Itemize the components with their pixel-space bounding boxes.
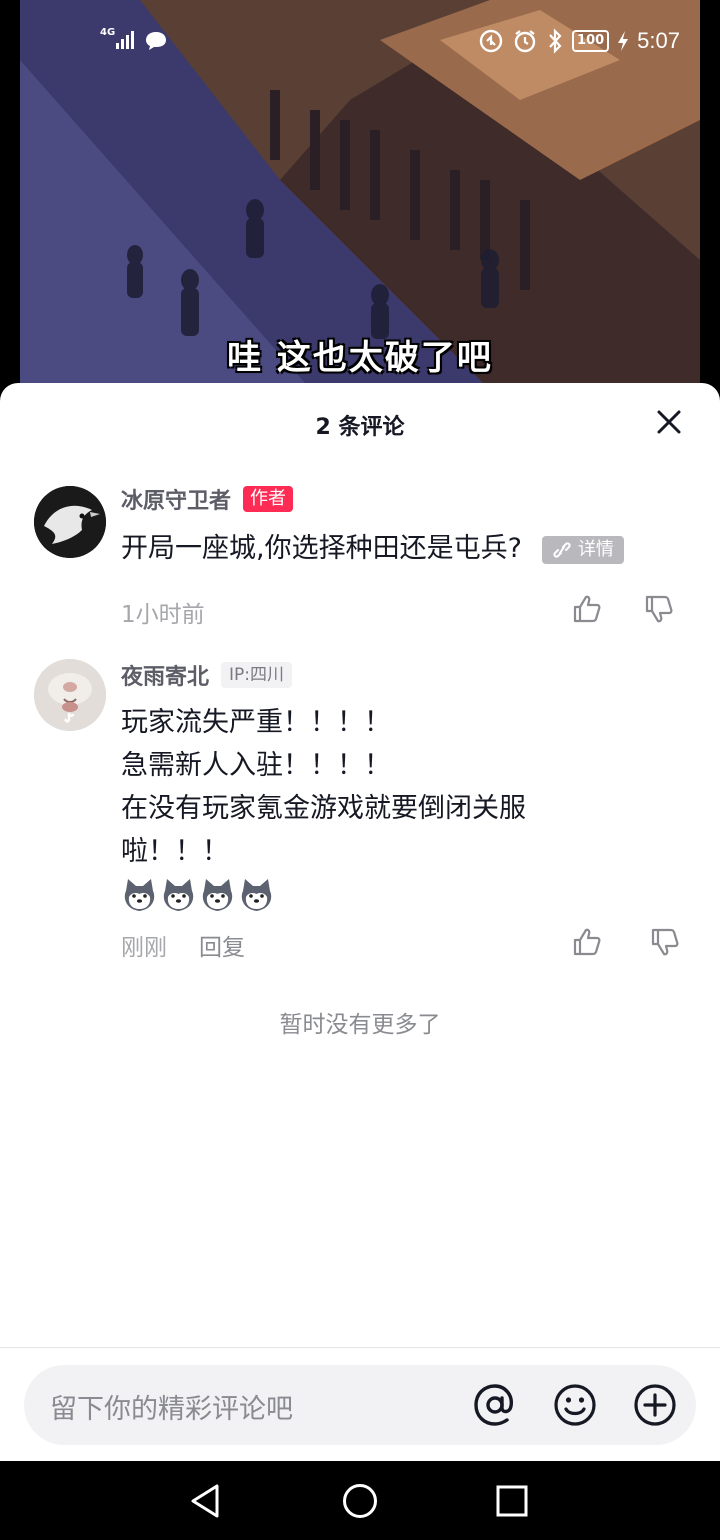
alarm-icon [514,30,536,53]
ip-location-badge: IP:四川 [221,662,293,688]
dislike-icon[interactable] [649,926,681,958]
comment-body: 冰原守卫者 作者 开局一座城,你选择种田还是屯兵? 详情 [121,483,680,570]
status-bar: 4G 100 5:07 [0,24,720,60]
battery-indicator: 100 [572,30,610,52]
comment-text: 开局一座城,你选择种田还是屯兵? 详情 [121,527,680,570]
comment-header: 冰原守卫者 作者 [121,483,680,515]
bluetooth-icon [549,28,562,54]
comment-count-title: 2 条评论 [315,415,405,440]
husky-emoji [202,879,233,911]
video-subtitle: 哇 这也太破了吧 [227,338,493,378]
username[interactable]: 夜雨寄北 [121,659,209,691]
divider [0,1347,720,1348]
comment-time: 刚刚 [121,935,167,961]
husky-emoji [124,879,155,911]
emoji-icon[interactable] [552,1382,598,1428]
at-icon[interactable] [472,1382,518,1428]
close-icon[interactable] [656,409,682,435]
network-type: 4G [100,27,116,38]
no-more-comments: 暂时没有更多了 [279,1012,441,1038]
video-player[interactable]: 哇 这也太破了吧 [0,0,720,400]
plus-icon[interactable] [632,1382,678,1428]
comment-time: 1小时前 [121,602,205,628]
avatar[interactable] [34,486,106,558]
status-right: 100 5:07 [478,28,680,54]
comment-text: 玩家流失严重！！！！ 急需新人入驻！！！！ 在没有玩家氪金游戏就要倒闭关服 啦！… [121,707,526,867]
system-nav-bar [0,1461,720,1540]
reply-button[interactable]: 回复 [199,928,245,962]
detail-chip[interactable]: 详情 [541,535,624,564]
crow-avatar-icon [34,486,106,558]
link-icon [553,541,571,558]
husky-emoji [241,879,272,911]
clock: 5:07 [637,28,680,53]
avatar[interactable] [34,659,106,731]
home-icon[interactable] [340,1481,380,1521]
comment-text-content: 开局一座城,你选择种田还是屯兵? [121,533,522,564]
dislike-icon[interactable] [643,593,675,625]
like-icon[interactable] [571,593,603,625]
comment-sheet: 2 条评论 冰原守卫者 作者 开局一座城,你选择种田还是屯兵? 详情 1小时前 [0,383,720,1461]
comment-meta: 刚刚 回复 [121,928,245,962]
charging-icon [618,31,629,51]
comment-input-placeholder: 留下你的精彩评论吧 [50,1394,293,1425]
comment-meta: 1小时前 [121,595,205,629]
detail-chip-label: 详情 [577,539,614,560]
signal-icon [116,29,134,49]
message-icon [146,32,166,50]
like-icon[interactable] [571,926,603,958]
back-icon[interactable] [186,1481,226,1521]
husky-emoji [163,879,194,911]
comment-input[interactable]: 留下你的精彩评论吧 [24,1365,696,1445]
comment-header: 夜雨寄北 IP:四川 [121,659,680,691]
cat-avatar-icon [34,659,106,731]
comment-body: 夜雨寄北 IP:四川 玩家流失严重！！！！ 急需新人入驻！！！！ 在没有玩家氪金… [121,659,680,914]
emoji-row [121,877,680,914]
username[interactable]: 冰原守卫者 [121,483,231,515]
recents-icon[interactable] [492,1481,532,1521]
author-badge: 作者 [243,486,294,512]
nfc-icon [479,29,503,53]
